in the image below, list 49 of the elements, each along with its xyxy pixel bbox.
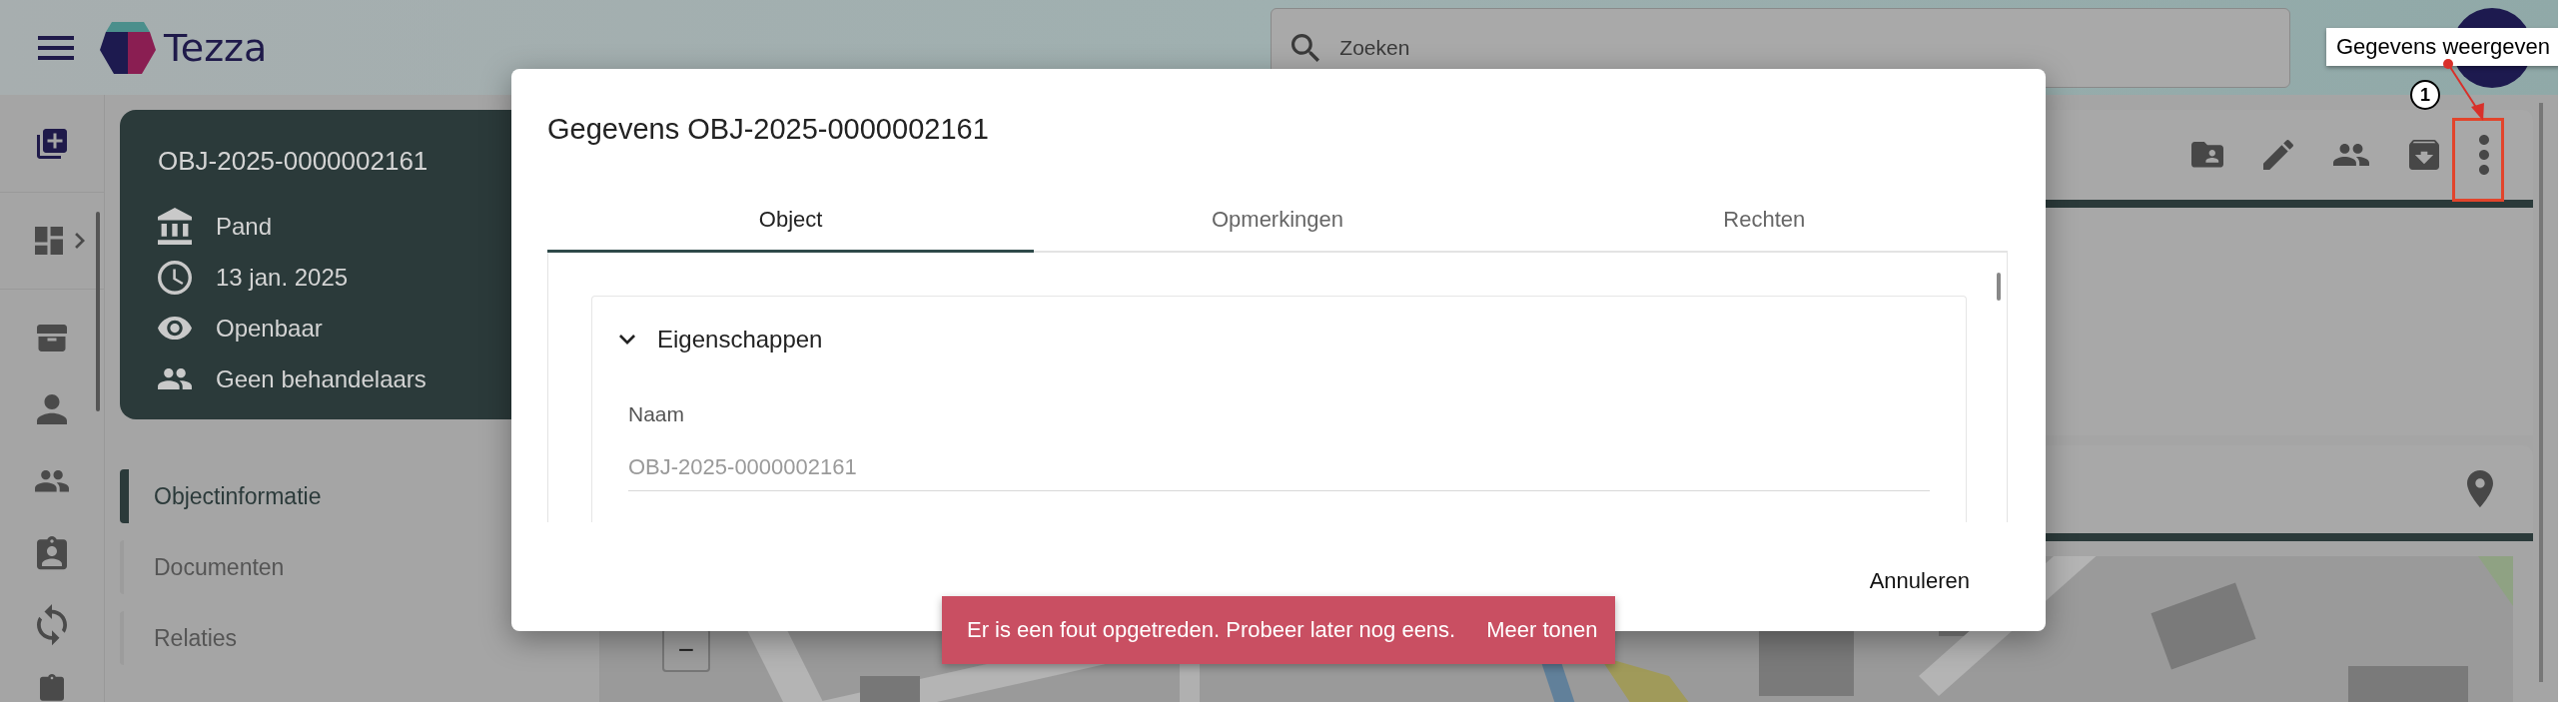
app-logo [100,21,156,74]
callout-tooltip: Gegevens weergeven [2326,28,2558,66]
step-number: 1 [2410,80,2440,110]
object-detail: 13 jan. 2025 [216,263,349,292]
people-button[interactable] [2333,143,2369,167]
nav-item[interactable]: Relaties [120,611,420,665]
nav-item[interactable]: Objectinformatie [120,469,420,523]
object-detail: Pand [216,212,273,241]
section-header[interactable]: Eigenschappen [592,297,1966,382]
sync-icon [37,604,67,646]
dialog-tab[interactable]: Object [547,189,1035,253]
add-icon [37,128,67,159]
search-icon [1291,33,1320,62]
badge-icon [37,536,67,570]
pointer-arrow [2443,59,2484,121]
clipboard-icon [40,674,64,701]
nav-item[interactable]: Documenten [120,540,420,594]
people-icon [35,470,69,492]
error-message: Er is een fout opgetreden. Probeer later nog eens. [967,617,1456,643]
menu-icon [38,35,74,60]
chevron-icon [75,233,85,249]
pencil-button[interactable] [2263,140,2293,170]
cancel-button[interactable]: Annuleren [1861,556,1978,606]
archive-icon [2409,140,2439,170]
people-icon [2333,143,2369,167]
tray-icon [37,324,67,351]
more-button[interactable] [2479,135,2489,175]
shared-folder-button[interactable] [2191,142,2223,168]
app-name: Tezza [164,25,268,70]
object-detail: Openbaar [216,314,323,343]
more-link[interactable]: Meer tonen [1480,611,1604,649]
dashboard-icon [35,227,63,255]
object-title: OBJ-2025-0000002161 [158,146,429,177]
shared-folder-icon [2191,142,2223,168]
chevron-down-icon [619,335,635,345]
location-pin-icon [2467,470,2493,508]
pencil-icon [2263,140,2293,170]
archive-button[interactable] [2409,140,2439,170]
person-icon [37,394,67,424]
eye-icon [158,316,192,341]
object-detail: Geen behandelaars [216,364,427,393]
people-icon [158,367,192,390]
dialog-title: Gegevens OBJ-2025-0000002161 [547,113,990,147]
building-icon [158,207,192,246]
clock-icon [158,260,192,295]
zoom-out-button[interactable]: − [662,628,710,672]
more-icon [2479,135,2489,175]
dialog-tab[interactable]: Rechten [1520,189,2008,253]
dialog-tab[interactable]: Opmerkingen [1034,189,1521,253]
